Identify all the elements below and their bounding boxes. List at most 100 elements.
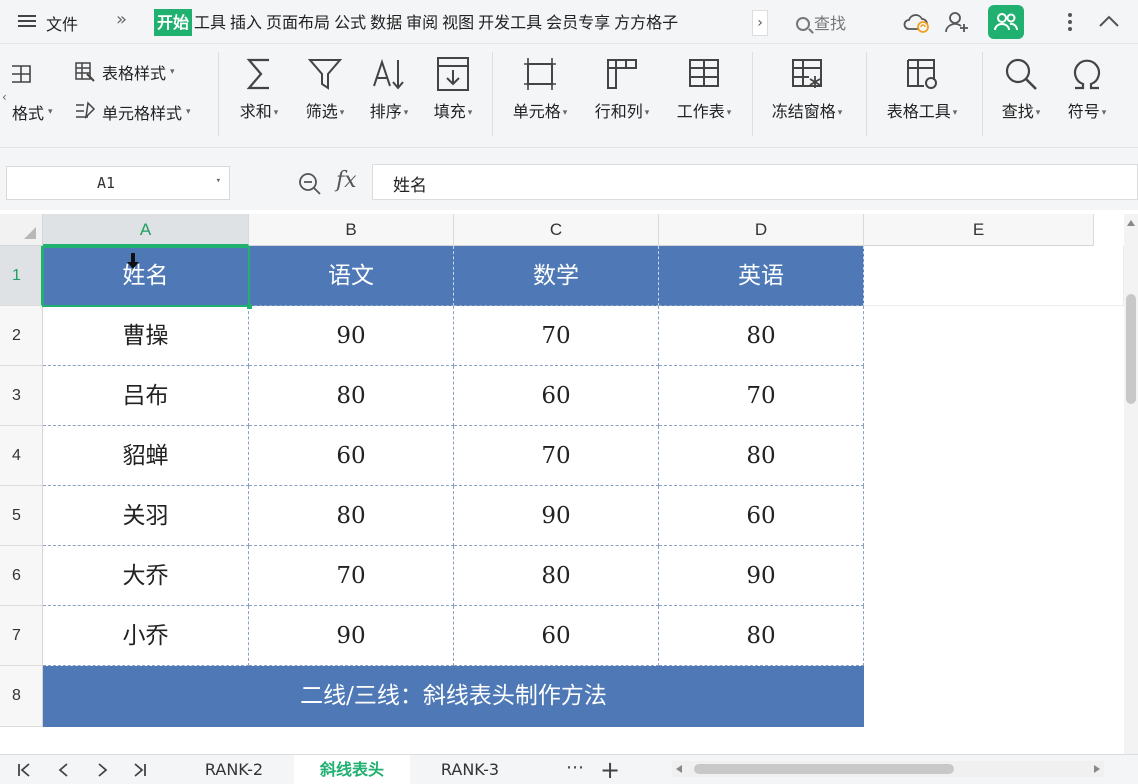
filter-button[interactable]: 筛选 ▾ xyxy=(294,56,356,136)
tab-scroll-right-button[interactable]: › xyxy=(752,10,768,36)
worksheet-button[interactable]: 工作表 ▾ xyxy=(666,56,742,136)
row-header-2[interactable]: 2 xyxy=(0,306,43,366)
cell-b5[interactable]: 80 xyxy=(249,486,454,546)
tab-insert[interactable]: 插入 xyxy=(228,9,264,36)
vertical-scrollbar[interactable] xyxy=(1124,214,1138,754)
vertical-scroll-thumb[interactable] xyxy=(1126,294,1136,404)
column-header-a[interactable]: A xyxy=(43,214,249,246)
tab-view[interactable]: 视图 xyxy=(440,9,476,36)
find-button[interactable]: 查找 ▾ xyxy=(990,56,1052,136)
ribbon-scroll-left-icon[interactable]: ‹ xyxy=(2,90,7,104)
add-sheet-button[interactable]: + xyxy=(600,756,620,784)
tab-formulas[interactable]: 公式 xyxy=(332,9,368,36)
more-sheets-icon[interactable]: ⋯ xyxy=(566,757,584,778)
sum-button[interactable]: 求和 ▾ xyxy=(228,56,290,136)
cell-b2[interactable]: 90 xyxy=(249,306,454,366)
zoom-formula-icon[interactable] xyxy=(298,172,322,196)
cell-b3[interactable]: 80 xyxy=(249,366,454,426)
cell-b4[interactable]: 60 xyxy=(249,426,454,486)
more-options-icon[interactable] xyxy=(1066,10,1074,34)
sheet-tab-rank-2[interactable]: RANK-2 xyxy=(178,755,290,784)
row-header-6[interactable]: 6 xyxy=(0,546,43,606)
cell-c7[interactable]: 60 xyxy=(454,606,659,666)
sheet-tab-rank-3[interactable]: RANK-3 xyxy=(414,755,526,784)
table-tools-button[interactable]: 表格工具 ▾ xyxy=(876,56,968,136)
cell-a4[interactable]: 貂蝉 xyxy=(43,426,249,486)
search-box[interactable]: 查找 xyxy=(796,10,846,34)
cell-d2[interactable]: 80 xyxy=(659,306,864,366)
file-menu[interactable]: 文件 xyxy=(46,11,78,35)
cell-a2[interactable]: 曹操 xyxy=(43,306,249,366)
cell-d1[interactable]: 英语 xyxy=(659,246,864,306)
tab-fangfang[interactable]: 方方格子 xyxy=(612,9,680,36)
scroll-right-icon[interactable] xyxy=(1094,765,1100,773)
format-button[interactable]: 格式 ▾ xyxy=(12,100,53,124)
scroll-left-icon[interactable] xyxy=(676,765,682,773)
tab-data[interactable]: 数据 xyxy=(368,9,404,36)
add-user-icon[interactable] xyxy=(944,10,970,34)
cell-b1[interactable]: 语文 xyxy=(249,246,454,306)
select-all-corner[interactable] xyxy=(0,214,43,246)
first-sheet-icon[interactable] xyxy=(16,762,32,778)
row-header-1[interactable]: 1 xyxy=(0,246,43,306)
row-header-7[interactable]: 7 xyxy=(0,606,43,666)
column-header-c[interactable]: C xyxy=(454,214,659,246)
cell-e1[interactable] xyxy=(864,246,1124,306)
horizontal-scroll-thumb[interactable] xyxy=(694,764,954,774)
cell-a3[interactable]: 吕布 xyxy=(43,366,249,426)
cell-d3[interactable]: 70 xyxy=(659,366,864,426)
cell-c5[interactable]: 90 xyxy=(454,486,659,546)
sheet-tab-diagonal-header[interactable]: 斜线表头 xyxy=(294,755,410,784)
tab-member[interactable]: 会员专享 xyxy=(544,9,612,36)
format-partial-icon-button[interactable] xyxy=(12,62,40,86)
cell-button[interactable]: 单元格 ▾ xyxy=(502,56,578,136)
cell-c3[interactable]: 60 xyxy=(454,366,659,426)
function-fx-icon[interactable]: fx xyxy=(336,168,357,193)
formula-input[interactable]: 姓名 xyxy=(372,164,1138,200)
row-column-button[interactable]: 行和列 ▾ xyxy=(584,56,660,136)
cell-b6[interactable]: 70 xyxy=(249,546,454,606)
next-sheet-icon[interactable] xyxy=(94,762,110,778)
sort-button[interactable]: 排序 ▾ xyxy=(358,56,420,136)
cloud-sync-icon[interactable] xyxy=(902,10,930,34)
merged-title-cell-a8[interactable]: 二线/三线：斜线表头制作方法 xyxy=(43,666,864,727)
row-header-4[interactable]: 4 xyxy=(0,426,43,486)
cell-style-button[interactable]: 单元格样式 ▾ xyxy=(74,100,191,124)
collaboration-button[interactable] xyxy=(988,5,1024,39)
cell-d6[interactable]: 90 xyxy=(659,546,864,606)
collapse-ribbon-icon[interactable] xyxy=(1098,14,1120,28)
cell-c4[interactable]: 70 xyxy=(454,426,659,486)
previous-sheet-icon[interactable] xyxy=(56,762,72,778)
cell-c6[interactable]: 80 xyxy=(454,546,659,606)
cell-c2[interactable]: 70 xyxy=(454,306,659,366)
name-box-dropdown-icon[interactable]: ▾ xyxy=(216,176,221,186)
row-header-5[interactable]: 5 xyxy=(0,486,43,546)
column-header-e[interactable]: E xyxy=(864,214,1094,246)
tab-tools[interactable]: 工具 xyxy=(192,9,228,36)
hamburger-menu-icon[interactable] xyxy=(18,12,36,30)
horizontal-scrollbar[interactable] xyxy=(672,761,1104,777)
tab-home[interactable]: 开始 xyxy=(154,9,193,36)
cell-d5[interactable]: 60 xyxy=(659,486,864,546)
fill-button[interactable]: 填充 ▾ xyxy=(422,56,484,136)
scroll-up-icon[interactable] xyxy=(1127,220,1135,226)
name-box[interactable]: A1 ▾ xyxy=(6,166,230,200)
last-sheet-icon[interactable] xyxy=(132,762,148,778)
more-tabs-icon[interactable]: » xyxy=(116,9,127,30)
table-style-button[interactable]: 表格样式 ▾ xyxy=(74,60,175,84)
cell-d4[interactable]: 80 xyxy=(659,426,864,486)
freeze-panes-button[interactable]: 冻结窗格 ▾ xyxy=(762,56,852,136)
column-header-b[interactable]: B xyxy=(249,214,454,246)
tab-developer[interactable]: 开发工具 xyxy=(476,9,544,36)
cell-a6[interactable]: 大乔 xyxy=(43,546,249,606)
tab-page-layout[interactable]: 页面布局 xyxy=(264,9,332,36)
cell-a5[interactable]: 关羽 xyxy=(43,486,249,546)
row-header-8[interactable]: 8 xyxy=(0,666,43,727)
cell-d7[interactable]: 80 xyxy=(659,606,864,666)
tab-review[interactable]: 审阅 xyxy=(404,9,440,36)
cell-a7[interactable]: 小乔 xyxy=(43,606,249,666)
cell-b7[interactable]: 90 xyxy=(249,606,454,666)
symbol-button[interactable]: 符号 ▾ xyxy=(1056,56,1118,136)
cell-c1[interactable]: 数学 xyxy=(454,246,659,306)
row-header-3[interactable]: 3 xyxy=(0,366,43,426)
